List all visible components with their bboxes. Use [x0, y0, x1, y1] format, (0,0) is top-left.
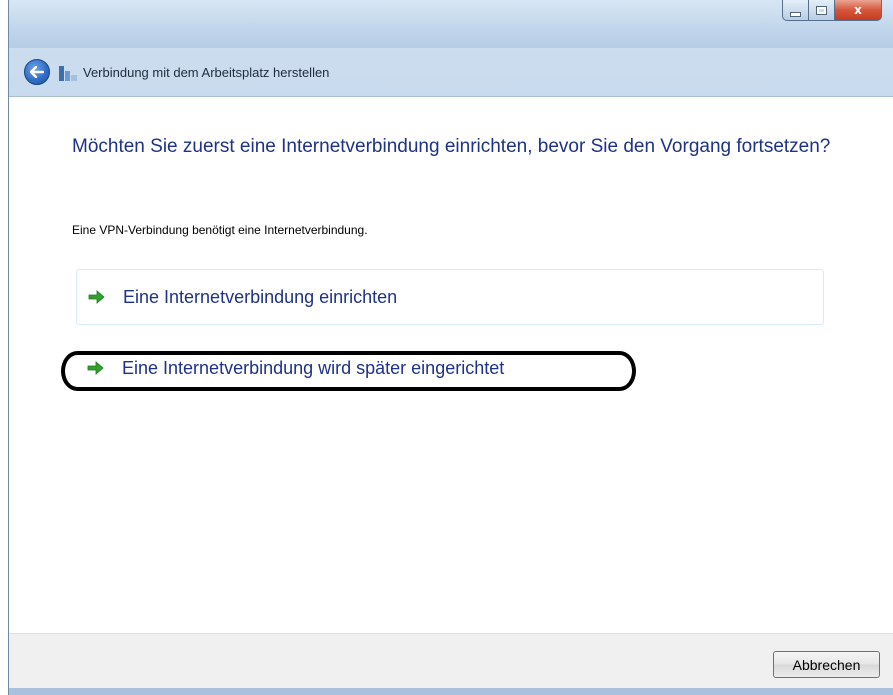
minimize-icon [790, 11, 801, 17]
close-icon: x [854, 3, 862, 17]
option-label: Eine Internetverbindung einrichten [123, 286, 398, 307]
navigation-row: Verbindung mit dem Arbeitsplatz herstell… [9, 58, 609, 86]
title-bar: x [9, 0, 893, 48]
window-bottom-border [9, 688, 893, 695]
maximize-icon [816, 5, 827, 15]
wizard-content: Möchten Sie zuerst eine Internetverbindu… [9, 96, 893, 634]
window-title: Verbindung mit dem Arbeitsplatz herstell… [83, 64, 330, 80]
green-arrow-icon [88, 290, 108, 304]
maximize-button[interactable] [809, 0, 835, 21]
hand-drawn-highlight [61, 351, 636, 391]
back-arrow-icon [30, 66, 44, 78]
option-setup-connection[interactable]: Eine Internetverbindung einrichten [76, 269, 824, 325]
caption-buttons: x [782, 0, 882, 22]
network-icon [59, 63, 79, 81]
page-description: Eine VPN-Verbindung benötigt eine Intern… [72, 223, 368, 237]
footer-bar: Abbrechen [9, 633, 893, 689]
close-button[interactable]: x [835, 0, 882, 21]
page-heading: Möchten Sie zuerst eine Internetverbindu… [72, 136, 831, 157]
wizard-window: x Verbindung mit dem Arbeitsplatz herste… [8, 0, 893, 695]
minimize-button[interactable] [782, 0, 809, 21]
back-button[interactable] [24, 59, 50, 85]
cancel-button[interactable]: Abbrechen [773, 651, 880, 678]
